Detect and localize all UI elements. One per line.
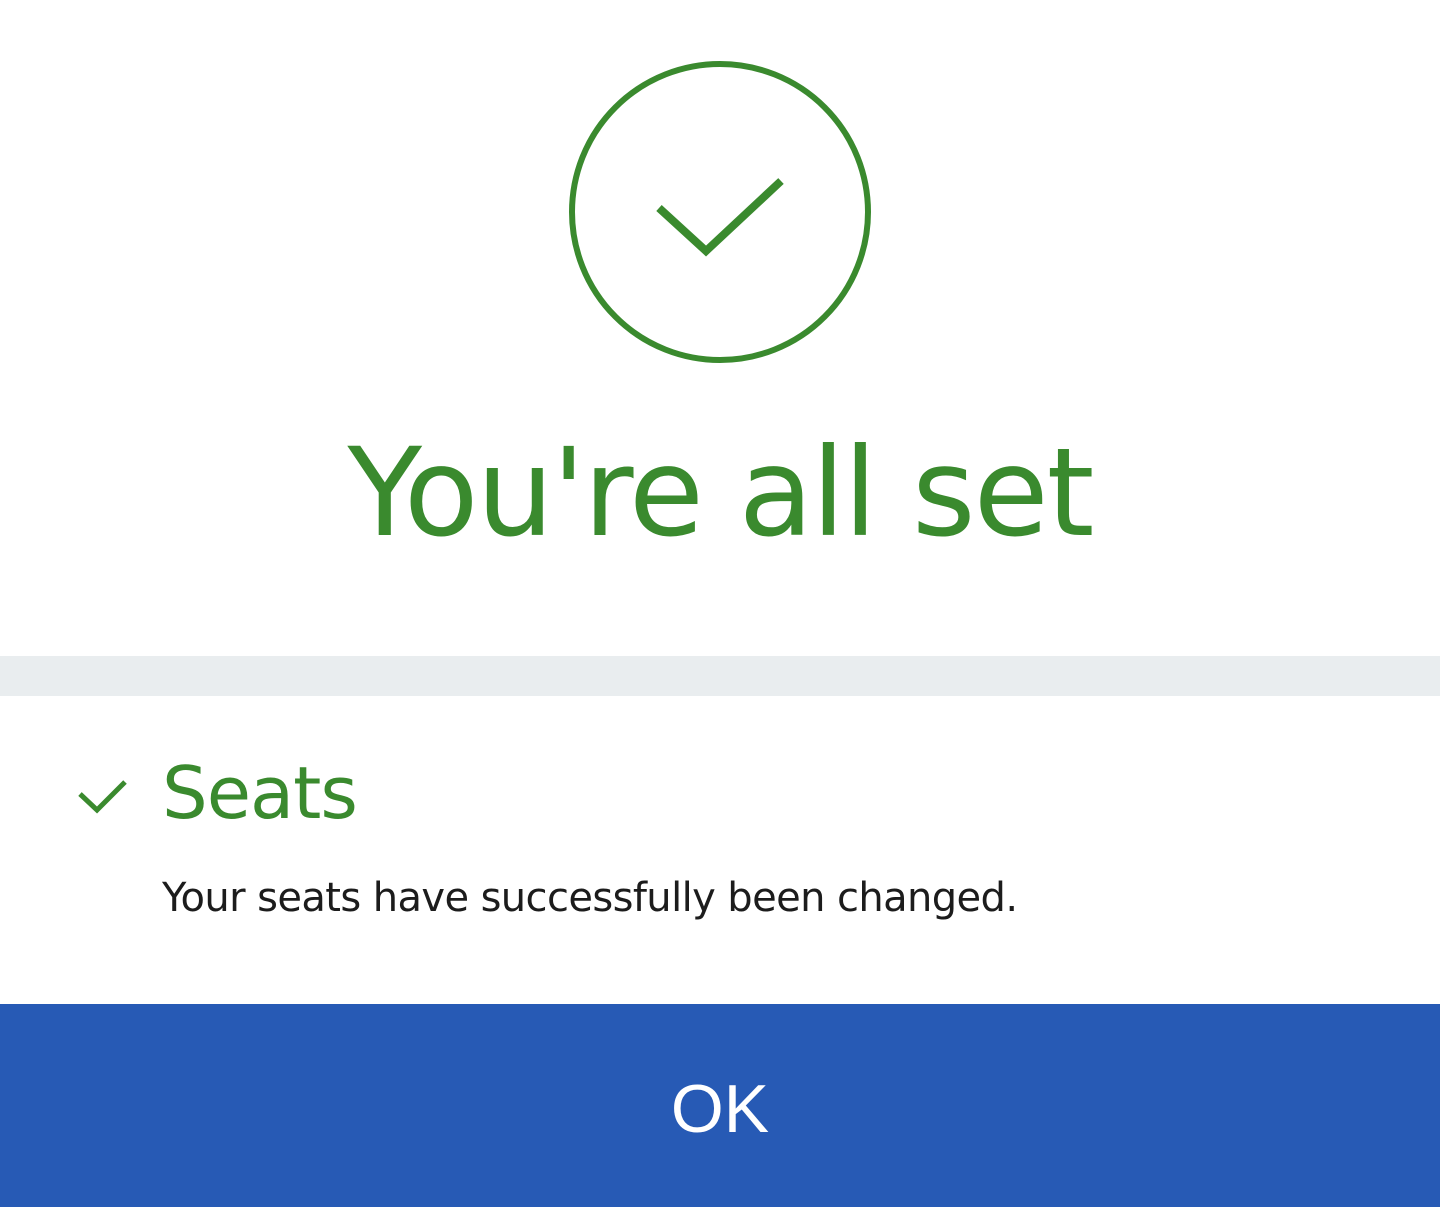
confirmation-hero: You're all set	[0, 0, 1440, 656]
page-title: You're all set	[347, 422, 1095, 564]
ok-button[interactable]: OK	[0, 1004, 1440, 1207]
seats-section: Seats Your seats have successfully been …	[0, 696, 1440, 1004]
section-message: Your seats have successfully been change…	[162, 875, 1018, 921]
section-divider	[0, 656, 1440, 696]
check-icon	[76, 774, 128, 818]
confirmation-screen: You're all set Seats Your seats have suc…	[0, 0, 1440, 1207]
ok-button-label: OK	[670, 1070, 770, 1147]
circle-check-icon	[568, 60, 872, 364]
section-title: Seats	[162, 751, 358, 835]
